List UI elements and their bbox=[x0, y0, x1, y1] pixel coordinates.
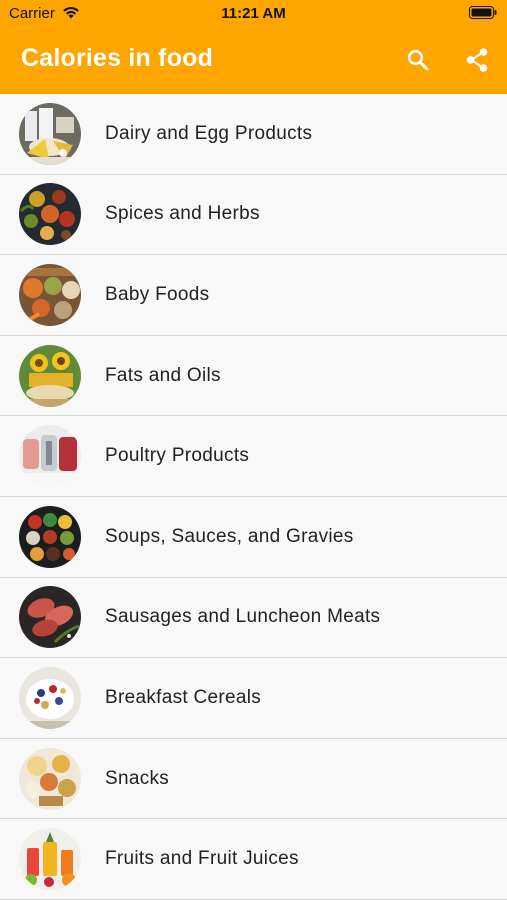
list-item-label: Fats and Oils bbox=[105, 364, 221, 386]
fats-oils-thumbnail bbox=[19, 344, 81, 407]
list-item-fruits-and-fruit-juices[interactable]: Fruits and Fruit Juices bbox=[0, 819, 507, 900]
list-item-poultry-products[interactable]: Poultry Products bbox=[0, 416, 507, 497]
poultry-thumbnail bbox=[19, 425, 81, 488]
list-item-label: Baby Foods bbox=[105, 283, 210, 305]
app-screen: Carrier 11:21 AM Calories in food Dairy … bbox=[0, 0, 507, 900]
spices-thumbnail bbox=[19, 183, 81, 246]
search-button[interactable] bbox=[402, 44, 434, 76]
dairy-thumbnail bbox=[19, 102, 81, 165]
list-item-soups-sauces-and-gravies[interactable]: Soups, Sauces, and Gravies bbox=[0, 496, 507, 578]
list-item-dairy-and-egg-products[interactable]: Dairy and Egg Products bbox=[0, 94, 507, 175]
list-item-label: Sausages and Luncheon Meats bbox=[105, 606, 381, 628]
list-item-label: Dairy and Egg Products bbox=[105, 122, 313, 144]
list-item-label: Poultry Products bbox=[105, 445, 250, 467]
list-item-breakfast-cereals[interactable]: Breakfast Cereals bbox=[0, 658, 507, 739]
status-time: 11:21 AM bbox=[221, 5, 286, 22]
list-item-spices-and-herbs[interactable]: Spices and Herbs bbox=[0, 174, 507, 256]
fruits-thumbnail bbox=[19, 828, 81, 891]
battery-icon bbox=[469, 6, 497, 19]
snacks-thumbnail bbox=[19, 747, 81, 810]
list-item-label: Fruits and Fruit Juices bbox=[105, 848, 299, 870]
sausages-thumbnail bbox=[19, 586, 81, 649]
list-item-label: Snacks bbox=[105, 767, 170, 789]
cereals-thumbnail bbox=[19, 666, 81, 729]
soups-thumbnail bbox=[19, 505, 81, 568]
list-item-snacks[interactable]: Snacks bbox=[0, 738, 507, 820]
share-button[interactable] bbox=[461, 44, 493, 76]
list-item-baby-foods[interactable]: Baby Foods bbox=[0, 255, 507, 336]
list-item-sausages-and-luncheon-meats[interactable]: Sausages and Luncheon Meats bbox=[0, 577, 507, 659]
list-item-label: Spices and Herbs bbox=[105, 203, 260, 225]
page-title: Calories in food bbox=[21, 44, 214, 72]
list-item-label: Breakfast Cereals bbox=[105, 686, 262, 708]
list-item-label: Soups, Sauces, and Gravies bbox=[105, 525, 354, 547]
status-bar: Carrier 11:21 AM bbox=[0, 0, 507, 28]
search-icon bbox=[407, 49, 429, 71]
app-bar: Carrier 11:21 AM Calories in food bbox=[0, 0, 507, 94]
baby-foods-thumbnail bbox=[19, 263, 81, 326]
share-icon bbox=[466, 48, 488, 72]
category-list: Dairy and Egg Products Spices and Herbs bbox=[0, 94, 507, 900]
list-item-fats-and-oils[interactable]: Fats and Oils bbox=[0, 335, 507, 417]
